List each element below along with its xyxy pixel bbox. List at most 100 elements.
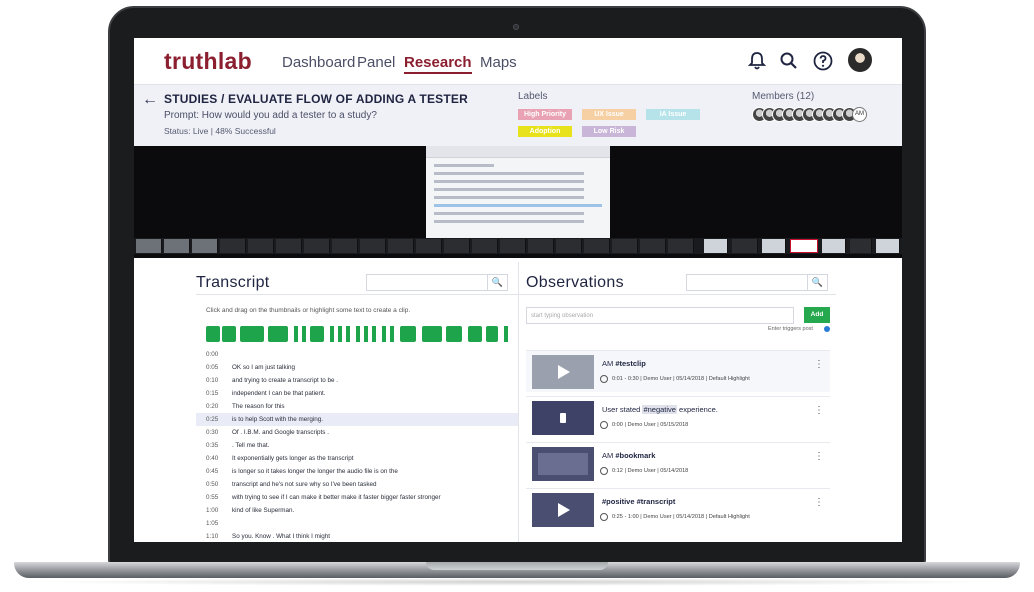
- transcript-row[interactable]: 1:05: [196, 517, 518, 530]
- study-header: ← STUDIES / EVALUATE FLOW OF ADDING A TE…: [134, 84, 902, 146]
- thumbnail[interactable]: [332, 239, 358, 253]
- transcript-text: Of . I.B.M. and Google transcripts .: [232, 429, 329, 436]
- thumbnail[interactable]: [360, 239, 386, 253]
- observation-tag[interactable]: #testclip: [615, 359, 645, 368]
- thumbnail[interactable]: [584, 239, 610, 253]
- info-icon[interactable]: [824, 326, 830, 332]
- observation-tag[interactable]: #positive #transcript: [602, 497, 675, 506]
- thumbnail[interactable]: [164, 239, 190, 253]
- thumbnail[interactable]: [248, 239, 274, 253]
- clip-thumbnail[interactable]: [532, 447, 594, 481]
- clip-thumbnail[interactable]: [532, 493, 594, 527]
- observation-card[interactable]: AM #testclip 0:01 - 0:30 | Demo User | 0…: [526, 350, 830, 392]
- observation-tag[interactable]: #negative: [642, 405, 677, 414]
- user-avatar[interactable]: [848, 48, 872, 72]
- thumbnail[interactable]: [136, 239, 162, 253]
- nav-research[interactable]: Research: [404, 54, 472, 74]
- back-arrow-icon[interactable]: ←: [142, 91, 158, 109]
- transcript-time: 0:00: [206, 351, 219, 358]
- thumbnail[interactable]: [388, 239, 414, 253]
- transcript-row[interactable]: 0:45 is longer so it takes longer the lon…: [196, 465, 518, 478]
- observation-meta: 0:01 - 0:30 | Demo User | 05/14/2018 | D…: [612, 376, 750, 382]
- transcript-row[interactable]: 0:20 The reason for this: [196, 400, 518, 413]
- thumbnail[interactable]: [500, 239, 526, 253]
- more-menu-icon[interactable]: ⋮: [814, 497, 824, 508]
- nav-panel[interactable]: Panel: [357, 54, 395, 71]
- transcript-row[interactable]: 0:00: [196, 348, 518, 361]
- member-initials-badge[interactable]: AM: [852, 107, 867, 122]
- thumbnail[interactable]: [640, 239, 666, 253]
- thumbnail-active[interactable]: [790, 239, 818, 253]
- label-adoption[interactable]: Adoption: [518, 126, 572, 137]
- panel-header-divider: [196, 294, 836, 295]
- play-icon[interactable]: [558, 503, 570, 517]
- more-menu-icon[interactable]: ⋮: [814, 359, 824, 370]
- waveform-segment: [356, 326, 360, 342]
- bell-icon[interactable]: [746, 50, 768, 72]
- label-low-risk[interactable]: Low Risk: [582, 126, 636, 137]
- transcript-row[interactable]: 0:10 and trying to create a transcript to…: [196, 374, 518, 387]
- thumbnail[interactable]: [876, 239, 900, 253]
- clip-thumbnail[interactable]: [532, 355, 594, 389]
- truthlab-logo[interactable]: truthlab: [164, 48, 252, 75]
- transcript-row[interactable]: 0:55 with trying to see if I can make it …: [196, 491, 518, 504]
- observation-meta: 0:12 | Demo User | 05/14/2018: [612, 468, 689, 474]
- study-status: Status: Live | 48% Successful: [164, 126, 276, 136]
- thumbnail[interactable]: [304, 239, 330, 253]
- transcript-row[interactable]: 0:30 Of . I.B.M. and Google transcripts .: [196, 426, 518, 439]
- observation-card[interactable]: #positive #transcript 0:25 - 1:00 | Demo…: [526, 488, 830, 530]
- observations-search-input[interactable]: 🔍: [686, 274, 828, 291]
- thumbnail[interactable]: [220, 239, 246, 253]
- thumbnail[interactable]: [704, 239, 728, 253]
- transcript-row[interactable]: 1:10 So you. Know . What I think I might: [196, 530, 518, 542]
- transcript-text: So you. Know . What I think I might: [232, 533, 330, 540]
- thumbnail[interactable]: [528, 239, 554, 253]
- transcript-row[interactable]: 0:40 It exponentially gets longer as the …: [196, 452, 518, 465]
- play-icon[interactable]: [558, 365, 570, 379]
- transcript-row[interactable]: 0:35 . Tell me that.: [196, 439, 518, 452]
- transcript-row[interactable]: 0:15 independent I can be that patient.: [196, 387, 518, 400]
- observation-card[interactable]: User stated #negative experience. 0:00 |…: [526, 396, 830, 438]
- transcript-search-input[interactable]: 🔍: [366, 274, 508, 291]
- thumbnail[interactable]: [850, 239, 872, 253]
- thumbnail[interactable]: [732, 239, 758, 253]
- transcript-time: 0:15: [206, 390, 219, 397]
- observation-card[interactable]: AM #bookmark 0:12 | Demo User | 05/14/20…: [526, 442, 830, 484]
- transcript-row[interactable]: 1:00 kind of like Superman.: [196, 504, 518, 517]
- audio-waveform[interactable]: [206, 323, 514, 345]
- observation-tag[interactable]: #bookmark: [615, 451, 655, 460]
- thumbnail[interactable]: [276, 239, 302, 253]
- thumbnail[interactable]: [556, 239, 582, 253]
- transcript-row-highlighted[interactable]: 0:25 is to help Scott with the merging.: [196, 413, 518, 426]
- observation-input[interactable]: start typing observation: [526, 307, 794, 324]
- add-observation-button[interactable]: Add: [804, 307, 830, 323]
- video-player[interactable]: [134, 146, 902, 258]
- clip-thumbnail[interactable]: [532, 401, 594, 435]
- clock-icon: [600, 421, 608, 429]
- waveform-segment: [422, 326, 442, 342]
- more-menu-icon[interactable]: ⋮: [814, 405, 824, 416]
- label-high-priority[interactable]: High Priority: [518, 109, 572, 120]
- thumbnail[interactable]: [472, 239, 498, 253]
- nav-maps[interactable]: Maps: [480, 54, 517, 71]
- thumbnail[interactable]: [668, 239, 694, 253]
- thumbnail[interactable]: [822, 239, 846, 253]
- search-icon[interactable]: [778, 50, 800, 72]
- label-ux-issue[interactable]: UX Issue: [582, 109, 636, 120]
- nav-dashboard[interactable]: Dashboard: [282, 54, 355, 71]
- help-icon[interactable]: [812, 50, 834, 72]
- search-icon[interactable]: 🔍: [487, 275, 507, 290]
- thumbnail[interactable]: [192, 239, 218, 253]
- waveform-segment: [504, 326, 508, 342]
- thumbnail[interactable]: [612, 239, 638, 253]
- search-icon[interactable]: 🔍: [807, 275, 827, 290]
- more-menu-icon[interactable]: ⋮: [814, 451, 824, 462]
- thumbnail-strip[interactable]: [134, 238, 902, 254]
- thumbnail[interactable]: [444, 239, 470, 253]
- thumbnail[interactable]: [762, 239, 786, 253]
- transcript-text: kind of like Superman.: [232, 507, 295, 514]
- label-ia-issue[interactable]: IA Issue: [646, 109, 700, 120]
- thumbnail[interactable]: [416, 239, 442, 253]
- transcript-row[interactable]: 0:05 OK so I am just talking: [196, 361, 518, 374]
- transcript-row[interactable]: 0:50 transcript and he's not sure why so …: [196, 478, 518, 491]
